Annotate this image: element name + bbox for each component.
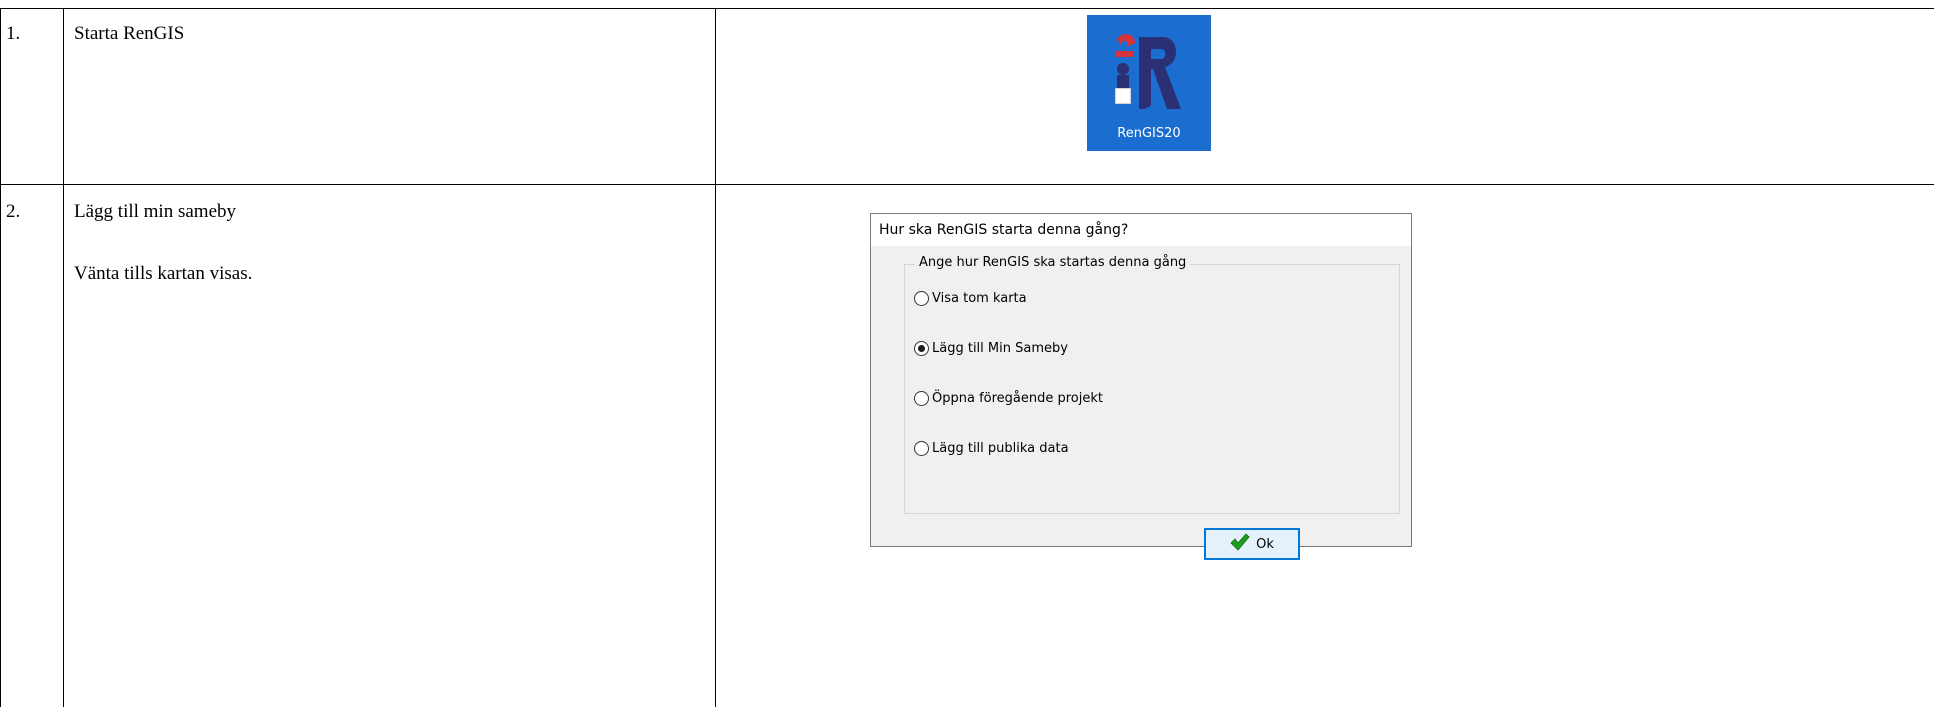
- step-instruction: Lägg till min sameby: [74, 201, 237, 222]
- table-border-top: [0, 8, 1934, 9]
- radio-option-add-my-sameby[interactable]: Lägg till Min Sameby: [914, 341, 1068, 356]
- ok-button-label: Ok: [1256, 536, 1274, 552]
- app-icon-label: RenGIS20: [1117, 126, 1181, 141]
- green-checkmark-icon: [1230, 533, 1250, 555]
- table-column-divider-1: [63, 8, 64, 707]
- radio-label: Visa tom karta: [932, 291, 1027, 306]
- step-number: 2.: [6, 201, 21, 222]
- dialog-title: Hur ska RenGIS starta denna gång?: [871, 214, 1411, 246]
- radio-option-open-previous-project[interactable]: Öppna föregående projekt: [914, 391, 1103, 406]
- radio-button[interactable]: [914, 291, 929, 306]
- radio-label: Lägg till Min Sameby: [932, 341, 1068, 356]
- radio-button-selected[interactable]: [914, 341, 929, 356]
- radio-option-add-public-data[interactable]: Lägg till publika data: [914, 441, 1069, 456]
- radio-button[interactable]: [914, 441, 929, 456]
- startup-dialog: Hur ska RenGIS starta denna gång? Ange h…: [870, 213, 1412, 560]
- ok-button[interactable]: Ok: [1204, 528, 1300, 560]
- shortcut-arrow-icon: [1115, 88, 1154, 114]
- table-row-divider: [0, 184, 1934, 185]
- step-instruction: Starta RenGIS: [74, 23, 185, 44]
- group-label: Ange hur RenGIS ska startas denna gång: [915, 255, 1191, 270]
- step-instruction-note: Vänta tills kartan visas.: [74, 263, 253, 284]
- radio-label: Öppna föregående projekt: [932, 391, 1103, 406]
- rengis-app-icon[interactable]: RenGIS20: [1087, 15, 1211, 151]
- table-column-divider-2: [715, 8, 716, 707]
- radio-option-empty-map[interactable]: Visa tom karta: [914, 291, 1027, 306]
- table-border-left: [0, 8, 1, 707]
- radio-label: Lägg till publika data: [932, 441, 1069, 456]
- step-number: 1.: [6, 23, 21, 44]
- radio-button[interactable]: [914, 391, 929, 406]
